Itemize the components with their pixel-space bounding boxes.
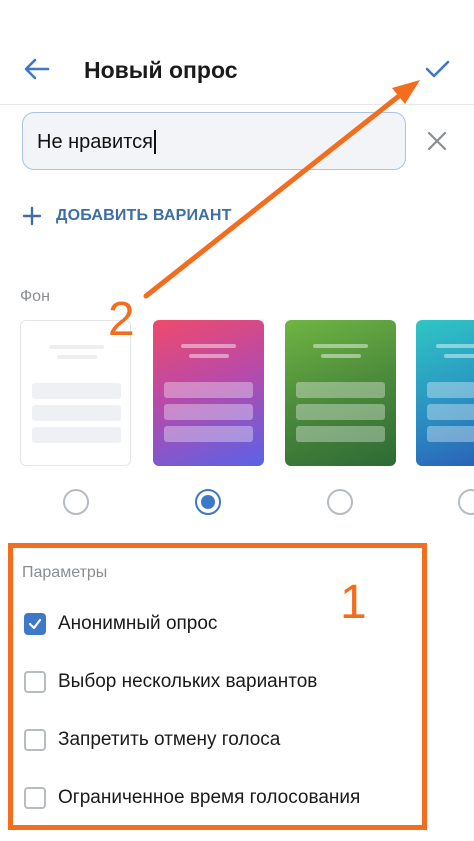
checkbox-checked-icon[interactable]	[24, 613, 46, 635]
annotation-number-1: 1	[340, 576, 367, 629]
checkbox-time-limit[interactable]: Ограниченное время голосования	[24, 785, 360, 811]
checkbox-label: Анонимный опрос	[58, 613, 218, 634]
checkbox-forbid-revote[interactable]: Запретить отмену голоса	[24, 727, 280, 753]
checkbox-unchecked-icon[interactable]	[24, 671, 46, 693]
parameters-title: Параметры	[22, 564, 108, 581]
background-tile-green[interactable]	[285, 320, 396, 466]
checkbox-label: Ограниченное время голосования	[58, 787, 361, 808]
checkbox-multiple-choice[interactable]: Выбор нескольких вариантов	[24, 669, 317, 695]
top-bar: Новый опрос	[0, 0, 474, 105]
background-radio-3[interactable]	[327, 489, 353, 515]
checkbox-label: Выбор нескольких вариантов	[58, 671, 318, 692]
background-section-label: Фон	[20, 288, 50, 305]
checkbox-label: Запретить отмену голоса	[58, 729, 281, 750]
close-icon[interactable]	[424, 128, 450, 154]
checkmark-icon[interactable]	[423, 56, 451, 82]
option-input-value: Не нравится	[37, 131, 153, 153]
arrow-left-icon[interactable]	[22, 56, 52, 82]
checkbox-unchecked-icon[interactable]	[24, 787, 46, 809]
page-title: Новый опрос	[84, 57, 238, 83]
background-tile-pink[interactable]	[153, 320, 264, 466]
checkbox-unchecked-icon[interactable]	[24, 729, 46, 751]
background-radio-2[interactable]	[195, 489, 221, 515]
add-option-button[interactable]: ДОБАВИТЬ ВАРИАНТ	[22, 204, 232, 228]
background-radio-1[interactable]	[63, 489, 89, 515]
checkbox-anonymous[interactable]: Анонимный опрос	[24, 611, 217, 637]
plus-icon	[22, 206, 42, 226]
option-input[interactable]: Не нравится	[22, 112, 406, 170]
annotation-number-2: 2	[108, 293, 135, 346]
text-caret	[153, 130, 156, 154]
background-tile-teal[interactable]	[416, 320, 474, 466]
background-radio-4[interactable]	[458, 489, 474, 515]
add-option-label: ДОБАВИТЬ ВАРИАНТ	[56, 207, 232, 224]
